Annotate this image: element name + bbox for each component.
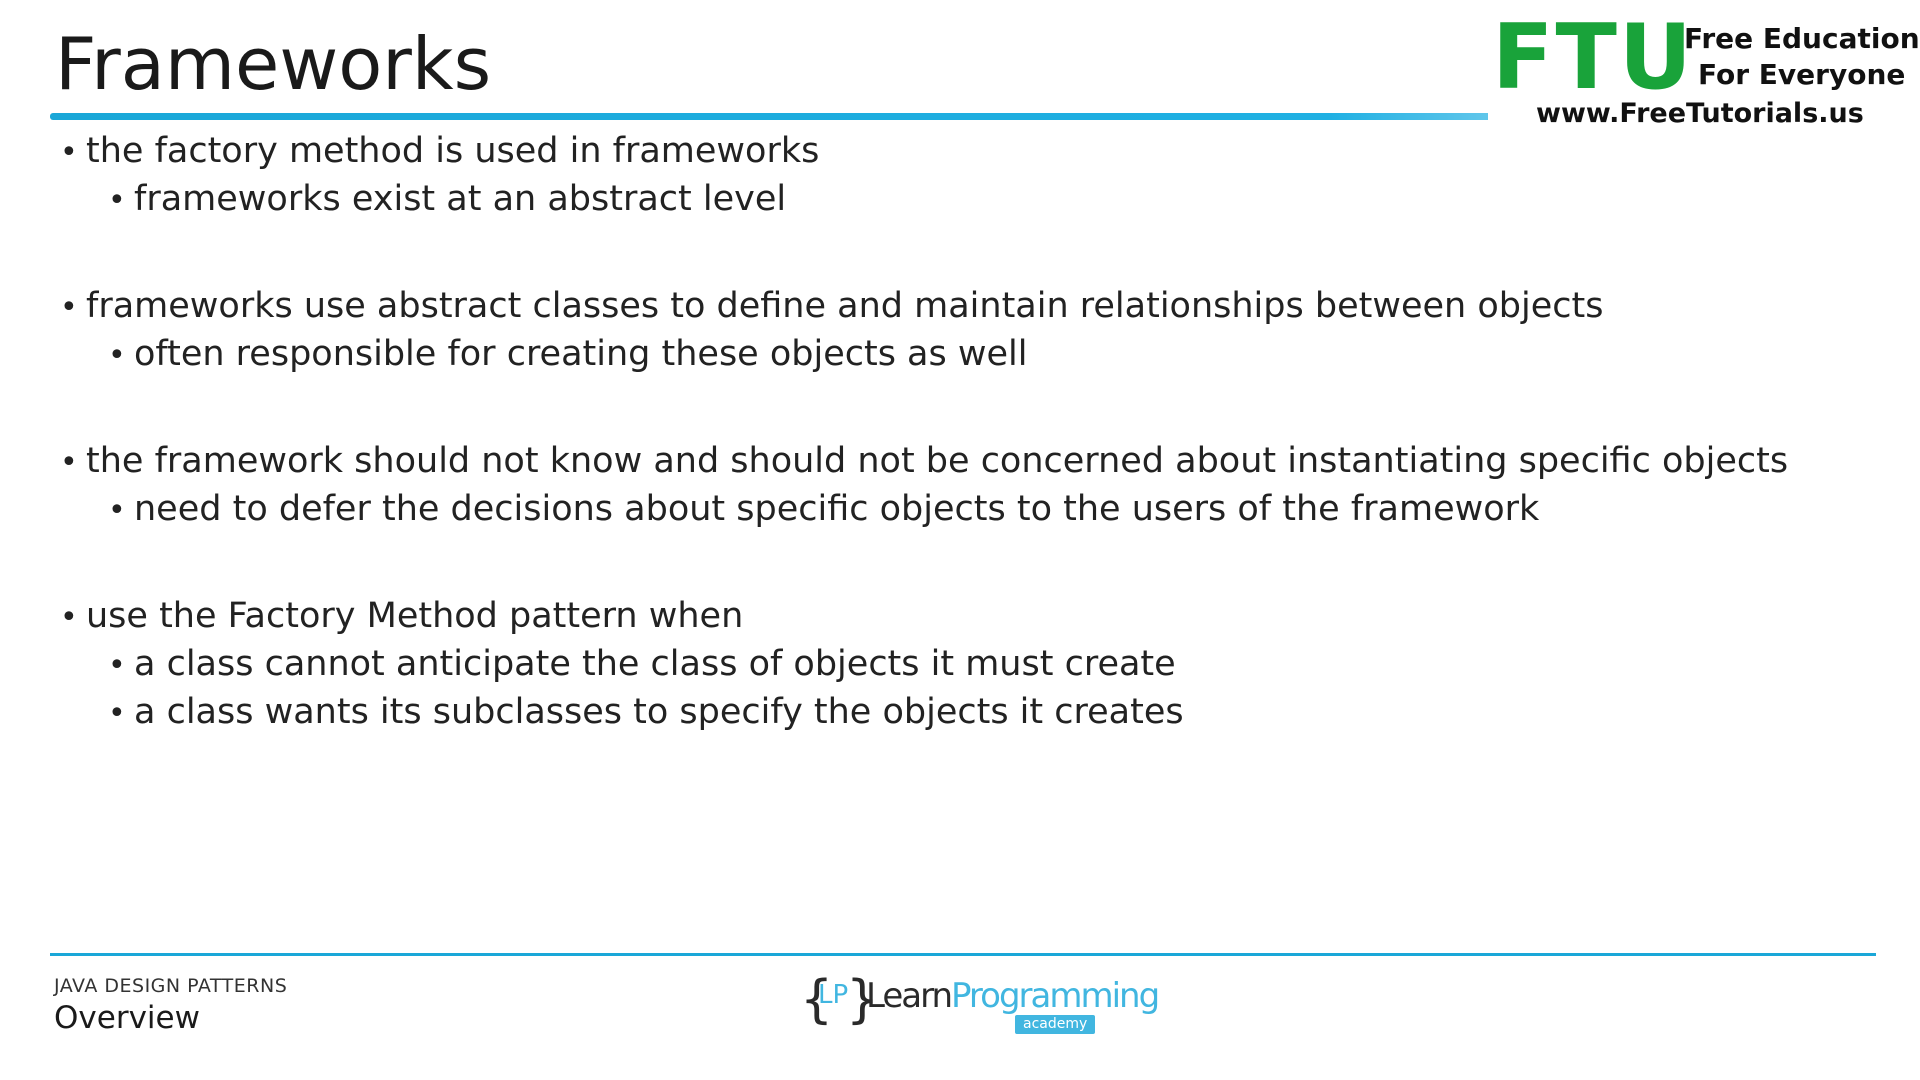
- ftu-url: www.FreeTutorials.us: [1536, 98, 1864, 129]
- bullet-text: frameworks use abstract classes to defin…: [86, 286, 1604, 326]
- bullet-dot: •: [108, 493, 126, 528]
- logo-word-learn: Learn: [866, 976, 953, 1016]
- bullet-group: • use the Factory Method pattern when • …: [60, 593, 1860, 737]
- sub-bullet-text: a class wants its subclasses to specify …: [134, 692, 1184, 732]
- bullet-group: • the factory method is used in framewor…: [60, 128, 1860, 224]
- bullet-item: • use the Factory Method pattern when: [60, 593, 1860, 641]
- sub-bullet-text: frameworks exist at an abstract level: [134, 179, 787, 219]
- sub-bullet-item: • a class wants its subclasses to specif…: [60, 689, 1860, 737]
- sub-bullet-item: • frameworks exist at an abstract level: [60, 176, 1860, 224]
- bullet-list: • the factory method is used in framewor…: [60, 128, 1860, 796]
- bullet-group: • the framework should not know and shou…: [60, 438, 1860, 534]
- sub-bullet-item: • a class cannot anticipate the class of…: [60, 641, 1860, 689]
- bullet-dot: •: [60, 445, 78, 480]
- ftu-tagline-line1: Free Education: [1684, 22, 1920, 55]
- slide-title: Frameworks: [55, 22, 492, 106]
- bullet-text: use the Factory Method pattern when: [86, 596, 744, 636]
- logo-wordmark: LearnProgramming: [866, 976, 1160, 1016]
- course-name: JAVA DESIGN PATTERNS: [54, 975, 288, 997]
- sub-bullet-item: • often responsible for creating these o…: [60, 331, 1860, 379]
- bullet-item: • frameworks use abstract classes to def…: [60, 283, 1860, 331]
- bullet-dot: •: [60, 135, 78, 170]
- bullet-text: the factory method is used in frameworks: [86, 131, 820, 171]
- section-name: Overview: [54, 1000, 200, 1036]
- logo-word-programming: Programming: [951, 976, 1160, 1016]
- learn-programming-academy-logo: { LP } LearnProgramming academy: [800, 968, 1160, 1038]
- bullet-dot: •: [108, 696, 126, 731]
- logo-initials: LP: [818, 980, 849, 1010]
- slide: Frameworks FTU Free Education For Everyo…: [0, 0, 1920, 1080]
- ftu-tagline-line2: For Everyone: [1698, 58, 1906, 91]
- bullet-dot: •: [60, 600, 78, 635]
- bullet-item: • the factory method is used in framewor…: [60, 128, 1860, 176]
- bullet-dot: •: [108, 648, 126, 683]
- sub-bullet-text: need to defer the decisions about specif…: [134, 489, 1540, 529]
- bullet-dot: •: [108, 338, 126, 373]
- bullet-item: • the framework should not know and shou…: [60, 438, 1860, 486]
- bullet-text: the framework should not know and should…: [86, 441, 1789, 481]
- sub-bullet-text: often responsible for creating these obj…: [134, 334, 1028, 374]
- footer-divider: [50, 953, 1876, 956]
- ftu-watermark-logo: FTU Free Education For Everyone www.Free…: [1488, 8, 1920, 130]
- bullet-group: • frameworks use abstract classes to def…: [60, 283, 1860, 379]
- bullet-dot: •: [108, 183, 126, 218]
- logo-academy-badge: academy: [1015, 1015, 1096, 1034]
- sub-bullet-text: a class cannot anticipate the class of o…: [134, 644, 1176, 684]
- bullet-dot: •: [60, 290, 78, 325]
- ftu-mark: FTU: [1492, 5, 1694, 110]
- sub-bullet-item: • need to defer the decisions about spec…: [60, 486, 1860, 534]
